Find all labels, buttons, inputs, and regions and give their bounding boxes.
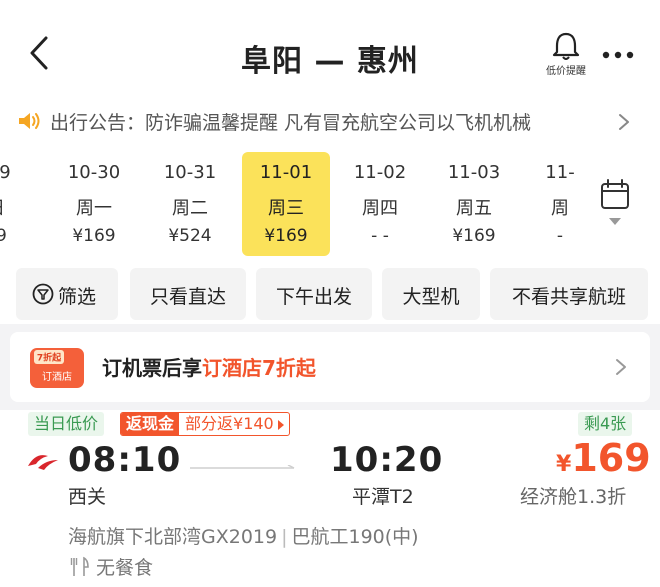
arrival-airport: 平潭T2 bbox=[352, 486, 414, 508]
notice-bar[interactable]: 出行公告：防诈骗温馨提醒 凡有冒充航空公司以飞机机械 bbox=[0, 100, 660, 144]
price-alert-button[interactable]: 低价提醒 bbox=[538, 30, 594, 78]
badge-bottom-text: 订酒店 bbox=[42, 370, 72, 383]
date-item[interactable]: 11-02 周四 - - bbox=[336, 152, 424, 256]
promo-text-prefix: 订机票后享 bbox=[102, 356, 202, 380]
weekday-label: 周四 bbox=[362, 198, 398, 219]
seats-remaining-tag: 剩4张 bbox=[578, 412, 633, 436]
date-label: 11- bbox=[545, 162, 575, 183]
flight-info: 海航旗下北部湾GX2019 | 巴航工190(中) bbox=[68, 522, 419, 549]
filter-label: 筛选 bbox=[57, 286, 96, 308]
low-price-tag: 当日低价 bbox=[28, 412, 105, 436]
speaker-icon bbox=[16, 110, 42, 132]
bell-icon bbox=[552, 32, 580, 60]
afternoon-departure-chip[interactable]: 下午出发 bbox=[256, 268, 372, 320]
departure-time: 08:10 bbox=[68, 440, 182, 480]
date-price: 69 bbox=[0, 226, 7, 246]
route-line bbox=[190, 456, 298, 469]
cabin-class: 经济舱1.3折 bbox=[520, 486, 627, 508]
promo-text: 订机票后享订酒店7折起 bbox=[102, 352, 316, 381]
flight-card[interactable]: 当日低价 返现金 部分返¥140 剩4张 08:10 西关 10:20 平潭T2 … bbox=[0, 410, 660, 587]
price-currency: ¥ bbox=[556, 452, 572, 477]
promo-text-highlight: 订酒店7折起 bbox=[202, 356, 316, 380]
cashback-tag: 返现金 部分返¥140 bbox=[120, 412, 290, 436]
large-aircraft-chip[interactable]: 大型机 bbox=[382, 268, 480, 320]
arrival-time: 10:20 bbox=[330, 440, 444, 480]
date-price: ¥169 bbox=[452, 226, 496, 246]
fork-knife-icon bbox=[70, 556, 90, 578]
date-price: - bbox=[556, 226, 564, 246]
price-alert-label: 低价提醒 bbox=[546, 66, 586, 77]
date-label: -29 bbox=[0, 162, 11, 183]
date-price: ¥169 bbox=[72, 226, 116, 246]
badge-top-text: 7折起 bbox=[37, 352, 62, 364]
date-item[interactable]: -29 日 69 bbox=[0, 152, 40, 256]
filter-button[interactable]: 筛选 bbox=[16, 268, 118, 320]
date-price: ¥169 bbox=[264, 226, 308, 246]
filter-bar: 筛选 只看直达 下午出发 大型机 不看共享航班 bbox=[0, 266, 660, 324]
hotel-promo-badge: 7折起 订酒店 bbox=[28, 346, 86, 390]
date-label: 11-03 bbox=[447, 162, 501, 183]
price-value: 169 bbox=[571, 436, 651, 480]
weekday-label: 周五 bbox=[456, 198, 492, 219]
direct-only-chip[interactable]: 只看直达 bbox=[130, 268, 246, 320]
cashback-label: 返现金 bbox=[121, 413, 180, 435]
date-price: - - bbox=[371, 226, 389, 246]
weekday-label: 周三 bbox=[268, 198, 304, 219]
date-item[interactable]: 10-30 周一 ¥169 bbox=[50, 152, 138, 256]
chevron-right-icon bbox=[614, 356, 628, 378]
header: 阜阳 — 惠州 低价提醒 bbox=[0, 0, 660, 100]
weekday-label: 日 bbox=[0, 194, 40, 220]
chevron-right-icon bbox=[616, 112, 632, 132]
flight-number: 海航旗下北部湾GX2019 bbox=[68, 526, 278, 548]
date-strip: -29 日 69 10-30 周一 ¥169 10-31 周二 ¥524 11-… bbox=[0, 148, 580, 260]
airline-logo-icon bbox=[26, 450, 60, 472]
date-item[interactable]: 11-03 周五 ¥169 bbox=[430, 152, 518, 256]
play-arrow-icon bbox=[277, 419, 284, 430]
weekday-label: 周二 bbox=[172, 198, 208, 219]
chip-label: 下午出发 bbox=[275, 286, 352, 308]
departure-airport: 西关 bbox=[68, 486, 107, 508]
date-label: 10-30 bbox=[67, 162, 121, 183]
more-options-icon[interactable] bbox=[598, 40, 638, 70]
date-label: 10-31 bbox=[163, 162, 217, 183]
chip-label: 不看共享航班 bbox=[511, 286, 626, 308]
meal-info: 无餐食 bbox=[96, 557, 154, 579]
chip-label: 只看直达 bbox=[149, 286, 226, 308]
aircraft-type: 巴航工190(中) bbox=[291, 526, 419, 548]
notice-text: 出行公告：防诈骗温馨提醒 凡有冒充航空公司以飞机机械 bbox=[50, 112, 532, 134]
date-price: ¥524 bbox=[168, 226, 212, 246]
hotel-promo-banner[interactable]: 7折起 订酒店 订机票后享订酒店7折起 bbox=[10, 332, 650, 402]
cashback-detail: 部分返¥140 bbox=[185, 414, 274, 433]
chip-label: 大型机 bbox=[402, 286, 460, 308]
weekday-label: 周一 bbox=[76, 198, 112, 219]
date-label: 11-01 bbox=[259, 162, 313, 183]
date-item[interactable]: 11- 周 - bbox=[516, 152, 580, 256]
date-label: 11-02 bbox=[353, 162, 407, 183]
date-item-selected[interactable]: 11-01 周三 ¥169 bbox=[242, 152, 330, 256]
flight-price: ¥169 bbox=[556, 436, 651, 480]
no-codeshare-chip[interactable]: 不看共享航班 bbox=[490, 268, 648, 320]
calendar-icon[interactable] bbox=[592, 176, 638, 232]
weekday-label: 周 bbox=[551, 198, 569, 219]
date-item[interactable]: 10-31 周二 ¥524 bbox=[146, 152, 234, 256]
divider: | bbox=[281, 526, 288, 548]
